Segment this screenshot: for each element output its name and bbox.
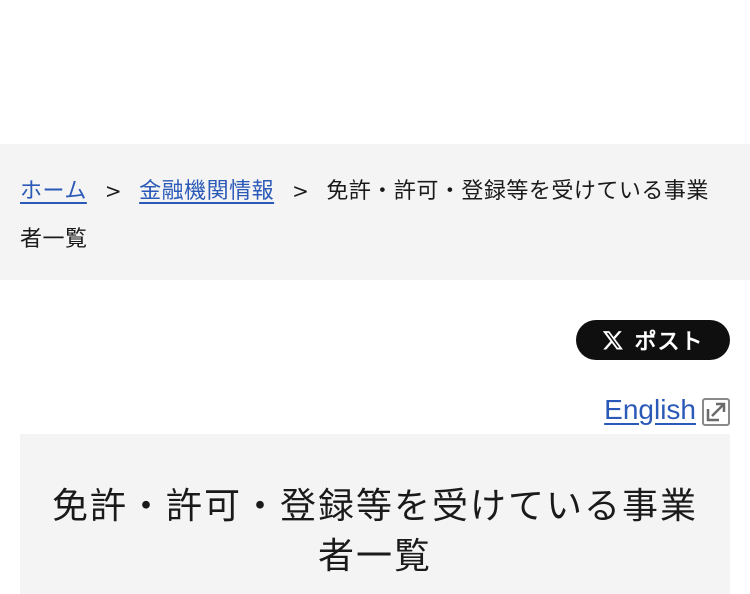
breadcrumb-separator: > [292, 179, 310, 203]
header-area [0, 0, 750, 144]
breadcrumb-current: 免許・許可・登録等を受けている事業者一覧 [20, 179, 709, 252]
social-share-row: ポスト [576, 320, 730, 360]
page-title-box: 免許・許可・登録等を受けている事業者一覧 [20, 434, 730, 594]
x-post-button[interactable]: ポスト [576, 320, 730, 360]
language-switch: English [604, 394, 730, 426]
breadcrumb-separator: > [104, 179, 123, 203]
external-link-icon [702, 398, 730, 426]
x-logo-icon [603, 331, 624, 350]
english-link[interactable]: English [604, 394, 696, 426]
breadcrumb-home-link[interactable]: ホーム [20, 179, 87, 204]
page-title: 免許・許可・登録等を受けている事業者一覧 [51, 486, 698, 577]
breadcrumb: ホーム > 金融機関情報 > 免許・許可・登録等を受けている事業者一覧 [0, 144, 750, 280]
breadcrumb-finance-link[interactable]: 金融機関情報 [139, 179, 274, 204]
post-button-label: ポスト [634, 330, 704, 355]
